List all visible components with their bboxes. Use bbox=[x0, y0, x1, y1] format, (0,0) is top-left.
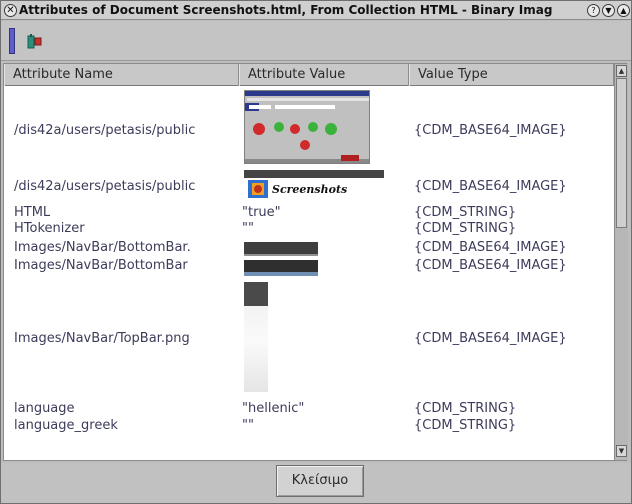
table-row-3-type[interactable]: {CDM_STRING} bbox=[414, 222, 609, 236]
top-bar-image[interactable] bbox=[244, 282, 268, 392]
table-row-0-name[interactable]: /dis42a/users/petasis/public bbox=[14, 124, 239, 138]
help-icon[interactable]: ? bbox=[587, 4, 600, 17]
logo-text: Screenshots bbox=[272, 183, 348, 196]
table-row-8-name[interactable]: language_greek bbox=[14, 419, 239, 433]
table-row-0-type[interactable]: {CDM_BASE64_IMAGE} bbox=[414, 124, 609, 138]
table-row-6-type[interactable]: {CDM_BASE64_IMAGE} bbox=[414, 332, 609, 346]
window-title: Attributes of Document Screenshots.html,… bbox=[19, 3, 553, 17]
bottom-bar-image-2[interactable] bbox=[244, 260, 318, 276]
table-row-7-type[interactable]: {CDM_STRING} bbox=[414, 402, 609, 416]
table-row-1-type[interactable]: {CDM_BASE64_IMAGE} bbox=[414, 180, 609, 194]
table-row-7-name[interactable]: language bbox=[14, 402, 239, 416]
column-header-attribute-name[interactable]: Attribute Name bbox=[4, 64, 239, 86]
table-row-3-value[interactable]: "" bbox=[242, 222, 392, 236]
table-row-5-name[interactable]: Images/NavBar/BottomBar bbox=[14, 259, 239, 273]
attribute-icon[interactable] bbox=[26, 33, 44, 51]
table-row-2-value[interactable]: "true" bbox=[242, 206, 392, 220]
table-row-1-name[interactable]: /dis42a/users/petasis/public bbox=[14, 180, 239, 194]
bottom-bar-image[interactable] bbox=[244, 242, 318, 256]
logo-image[interactable]: Screenshots bbox=[244, 170, 384, 200]
toolbar bbox=[1, 21, 631, 61]
table-row-8-value[interactable]: "" bbox=[242, 419, 392, 433]
column-header-attribute-value[interactable]: Attribute Value bbox=[239, 64, 409, 86]
close-circle-icon[interactable]: ✕ bbox=[4, 4, 17, 17]
scroll-down-icon[interactable]: ▼ bbox=[616, 445, 627, 457]
table-row-7-value[interactable]: "hellenic" bbox=[242, 402, 392, 416]
scroll-up-icon[interactable]: ▲ bbox=[616, 65, 627, 77]
column-header-value-type[interactable]: Value Type bbox=[409, 64, 614, 86]
table-header: Attribute Name Attribute Value Value Typ… bbox=[4, 64, 614, 86]
table-row-8-type[interactable]: {CDM_STRING} bbox=[414, 419, 609, 433]
table-row-3-name[interactable]: HTokenizer bbox=[14, 222, 239, 236]
scrollbar-thumb[interactable] bbox=[616, 78, 627, 228]
dialog-footer: Κλείσιμο bbox=[1, 463, 631, 503]
screenshot-image[interactable] bbox=[244, 90, 370, 164]
table-row-4-type[interactable]: {CDM_BASE64_IMAGE} bbox=[414, 241, 609, 255]
table-row-6-name[interactable]: Images/NavBar/TopBar.png bbox=[14, 332, 239, 346]
table-row-2-type[interactable]: {CDM_STRING} bbox=[414, 206, 609, 220]
attributes-table: Attribute Name Attribute Value Value Typ… bbox=[3, 63, 628, 461]
minimize-icon[interactable]: ▼ bbox=[602, 4, 615, 17]
attributes-window: ✕ Attributes of Document Screenshots.htm… bbox=[0, 0, 632, 504]
maximize-icon[interactable]: ▲ bbox=[617, 4, 630, 17]
toolbar-grip[interactable] bbox=[9, 28, 15, 54]
table-body: /dis42a/users/petasis/public {CDM_BASE64… bbox=[4, 86, 614, 460]
vertical-scrollbar[interactable]: ▲ ▼ bbox=[614, 64, 628, 460]
title-bar[interactable]: ✕ Attributes of Document Screenshots.htm… bbox=[1, 1, 631, 20]
table-row-4-name[interactable]: Images/NavBar/BottomBar. bbox=[14, 241, 239, 255]
table-row-2-name[interactable]: HTML bbox=[14, 206, 239, 220]
table-row-5-type[interactable]: {CDM_BASE64_IMAGE} bbox=[414, 259, 609, 273]
close-button[interactable]: Κλείσιμο bbox=[276, 465, 364, 497]
